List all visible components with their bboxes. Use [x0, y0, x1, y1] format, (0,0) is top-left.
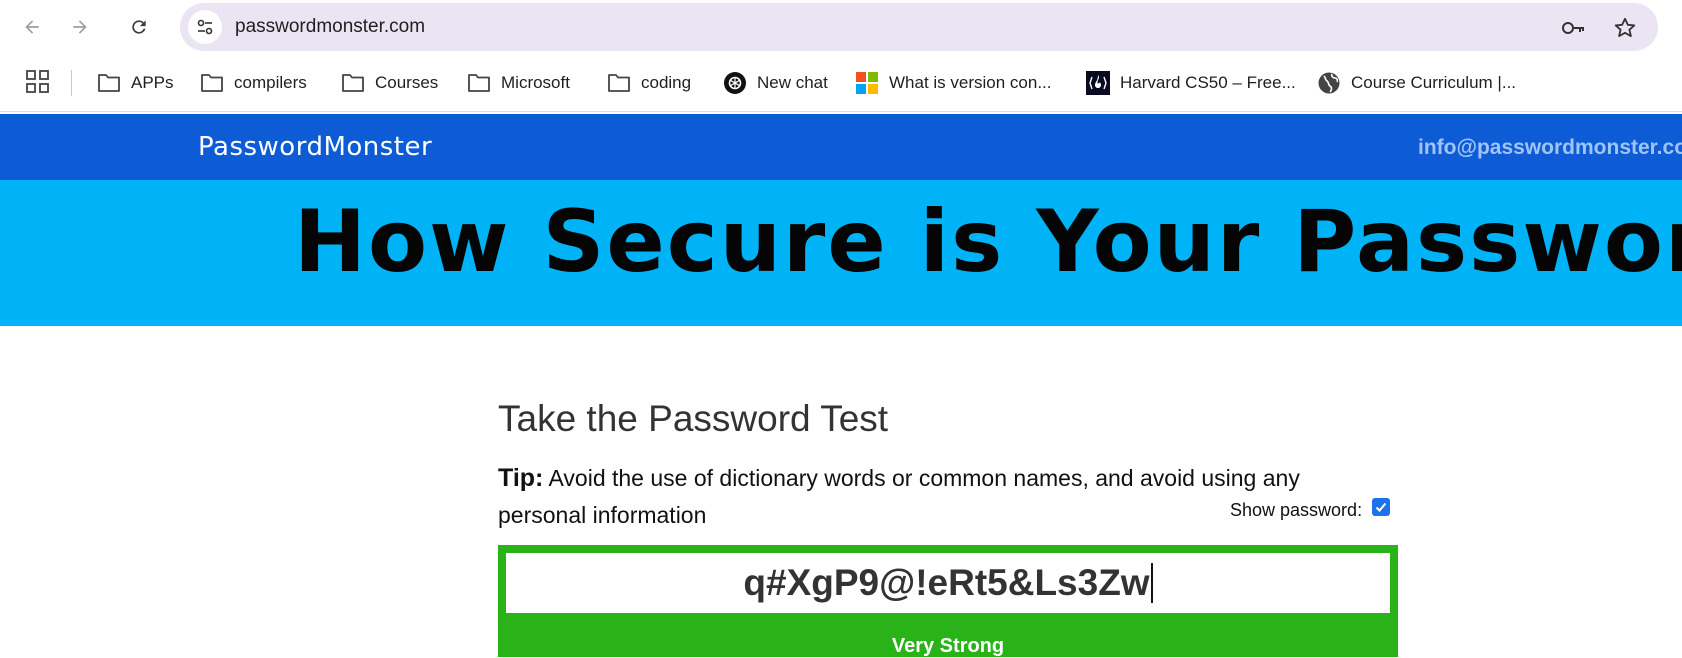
bookmark-apps[interactable]: APPs [97, 68, 174, 98]
reload-icon [132, 20, 146, 34]
test-heading: Take the Password Test [498, 398, 889, 439]
folder-icon [200, 71, 224, 95]
tune-icon [197, 19, 213, 35]
arrow-right-icon [73, 20, 87, 34]
hero-title: How Secure is Your Password? [294, 192, 1682, 292]
bookmark-label: Courses [375, 73, 439, 92]
bookmark-new-chat[interactable]: New chat [723, 68, 828, 98]
tip-body: Avoid the use of dictionary words or com… [498, 465, 1300, 528]
strength-label: Very Strong [891, 635, 1005, 657]
password-input[interactable]: q#XgP9@!eRt5&Ls3Zw [506, 553, 1390, 613]
folder-icon [97, 71, 121, 95]
bookmark-courses[interactable]: Courses [341, 68, 438, 98]
browser-toolbar: passwordmonster.com [0, 0, 1682, 54]
text-caret [1150, 563, 1153, 603]
forward-button[interactable] [62, 9, 98, 45]
show-password-control: Show password: [1230, 497, 1391, 521]
bookmark-label: Harvard CS50 – Free... [1120, 73, 1296, 92]
back-button[interactable] [14, 9, 50, 45]
arrow-left-icon [25, 20, 39, 34]
password-key-icon[interactable] [1560, 15, 1586, 41]
url-text[interactable]: passwordmonster.com [235, 16, 425, 38]
checkmark-icon [1375, 502, 1387, 512]
password-strength-box: q#XgP9@!eRt5&Ls3Zw Very Strong [498, 545, 1398, 657]
bookmark-label: Course Curriculum |... [1351, 73, 1517, 92]
bookmark-label: What is version con... [889, 73, 1052, 92]
hero-banner: How Secure is Your Password? [0, 180, 1682, 326]
folder-icon [341, 71, 365, 95]
site-info-button[interactable] [188, 10, 222, 44]
bookmark-star-icon[interactable] [1612, 15, 1638, 41]
show-password-checkbox[interactable] [1372, 497, 1391, 516]
bookmark-label: New chat [757, 73, 828, 92]
bookmark-label: APPs [131, 73, 174, 92]
bookmark-coding[interactable]: coding [607, 68, 691, 98]
bookmark-course-curriculum[interactable]: Course Curriculum |... [1317, 68, 1516, 98]
bookmark-microsoft[interactable]: Microsoft [467, 68, 570, 98]
show-password-label: Show password: [1230, 500, 1363, 520]
globe-icon [1317, 71, 1341, 95]
microsoft-icon [855, 71, 879, 95]
password-value: q#XgP9@!eRt5&Ls3Zw [743, 562, 1150, 603]
bookmark-label: coding [641, 73, 692, 92]
apps-grid-icon[interactable] [26, 70, 50, 94]
bookmark-label: Microsoft [501, 73, 570, 92]
freecodecamp-icon [1086, 71, 1110, 95]
bookmark-version-control[interactable]: What is version con... [855, 68, 1052, 98]
bookmark-harvard-cs50[interactable]: Harvard CS50 – Free... [1086, 68, 1296, 98]
bookmarks-separator [71, 70, 72, 96]
site-header: PasswordMonster info@passwordmonster.com [0, 114, 1682, 180]
password-test-section: Take the Password Test Tip: Avoid the us… [498, 398, 1398, 528]
folder-icon [467, 71, 491, 95]
openai-icon [723, 71, 747, 95]
reload-button[interactable] [121, 9, 157, 45]
tip-text: Tip: Avoid the use of dictionary words o… [498, 460, 1378, 534]
omnibox[interactable]: passwordmonster.com [180, 3, 1658, 51]
tip-label: Tip: [498, 464, 544, 492]
folder-icon [607, 71, 631, 95]
bookmarks-bar: APPs compilers Courses Microsoft coding … [0, 54, 1682, 112]
bookmark-label: compilers [234, 73, 307, 92]
bookmark-compilers[interactable]: compilers [200, 68, 307, 98]
contact-email-link[interactable]: info@passwordmonster.com [1418, 136, 1682, 160]
site-logo[interactable]: PasswordMonster [198, 132, 432, 162]
